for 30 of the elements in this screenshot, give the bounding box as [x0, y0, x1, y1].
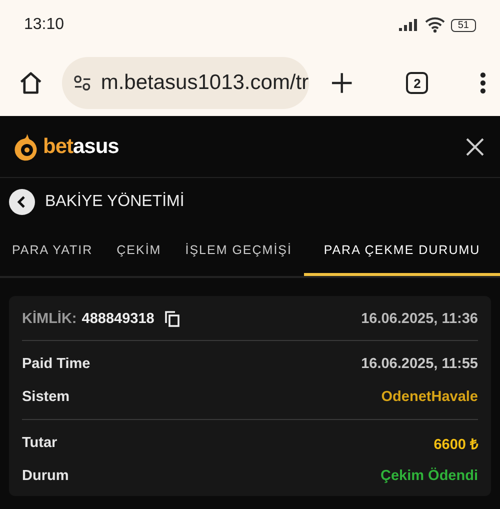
tab[interactable]: ÇEKİM [104, 226, 174, 276]
copy-icon[interactable] [165, 311, 180, 327]
page-title: BAKİYE YÖNETİMİ [45, 193, 184, 211]
tab[interactable]: PARA YATIR [0, 226, 105, 276]
tab[interactable]: İŞLEM GEÇMİŞİ [173, 226, 304, 276]
date-text: 16.06.2025, 11:36 [361, 311, 478, 327]
row-label: Paid Time [22, 356, 90, 372]
close-icon[interactable] [466, 138, 484, 156]
url-field[interactable]: m.betasus1013.com/tr [62, 57, 309, 109]
battery-level: 51 [450, 18, 476, 32]
plus-icon[interactable] [330, 72, 352, 94]
row-label: Tutar [22, 434, 58, 450]
tab[interactable]: PARA ÇEKME DURUMU [304, 226, 500, 276]
row-label: Durum [22, 468, 69, 484]
menu-icon[interactable] [480, 72, 486, 94]
row-value: 6600 ₺ [434, 436, 478, 452]
row-value: OdenetHavale [381, 388, 478, 404]
id-value: 488849318 [82, 311, 154, 327]
tune-icon [74, 75, 91, 91]
status-time: 13:10 [24, 16, 64, 34]
back-icon[interactable] [9, 189, 35, 215]
id-label: KİMLİK: [22, 311, 77, 327]
row-value: Çekim Ödendi [380, 468, 478, 484]
logo[interactable]: betasus [14, 132, 119, 162]
row-value: 16.06.2025, 11:55 [361, 356, 478, 372]
signal-icon [398, 19, 419, 31]
home-icon[interactable] [18, 70, 44, 96]
wifi-icon [424, 17, 445, 33]
tab-count[interactable]: 2 [406, 72, 428, 94]
row-label: Sistem [22, 388, 70, 404]
